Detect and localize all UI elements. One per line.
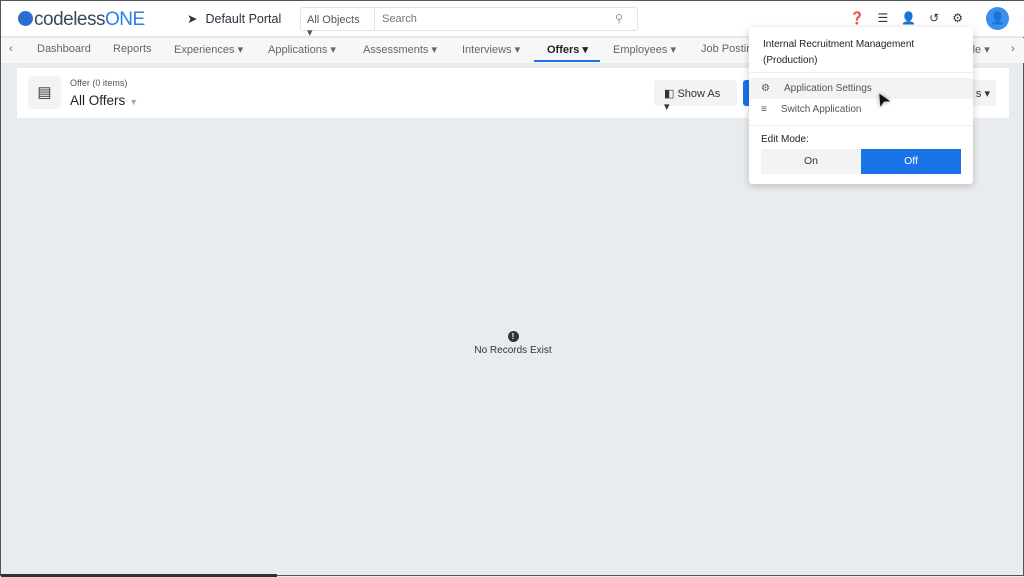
empty-state: ! No Records Exist xyxy=(474,331,552,356)
search-bar: All Objects ▾ ⚲ xyxy=(300,7,638,39)
show-as-button[interactable]: ◧ Show As ▾ xyxy=(654,80,737,113)
tab-employees[interactable]: Employees ▾ xyxy=(613,43,676,56)
tab-applications[interactable]: Applications ▾ xyxy=(268,43,336,56)
tab-job-postings[interactable]: Job Postin xyxy=(701,43,752,55)
tab-offers[interactable]: Offers ▾ xyxy=(547,43,588,56)
layout-icon: ◧ xyxy=(664,88,675,100)
search-input[interactable] xyxy=(375,8,615,30)
portal-switcher[interactable]: ➤ Default Portal xyxy=(179,11,281,26)
edit-mode-on[interactable]: On xyxy=(761,149,861,174)
item-count: Offer (0 items) xyxy=(70,78,128,88)
history-icon[interactable]: ↺ xyxy=(929,11,939,25)
app-name: Internal Recruitment Management (Product… xyxy=(749,27,973,73)
paper-plane-icon: ➤ xyxy=(187,12,198,26)
search-scope-select[interactable]: All Objects ▾ xyxy=(301,8,375,39)
menu-item-switch-application[interactable]: ≡ Switch Application xyxy=(749,99,973,120)
tab-dashboard[interactable]: Dashboard xyxy=(37,43,91,55)
add-user-icon[interactable]: 👤 xyxy=(901,11,916,25)
nav-scroll-right[interactable]: › xyxy=(1011,43,1015,55)
avatar[interactable]: 👤 xyxy=(986,7,1009,30)
active-tab-indicator xyxy=(534,60,600,62)
info-icon: ! xyxy=(507,331,519,342)
gear-icon[interactable]: ⚙ xyxy=(952,11,963,25)
edit-mode-off[interactable]: Off xyxy=(861,149,961,174)
database-icon[interactable]: ☰ xyxy=(877,11,888,25)
receipt-icon: ▤ xyxy=(28,76,61,109)
edit-mode-label: Edit Mode: xyxy=(761,134,809,145)
tab-interviews[interactable]: Interviews ▾ xyxy=(462,43,520,56)
list-icon: ≡ xyxy=(761,104,767,115)
view-selector[interactable]: All Offers ▼ xyxy=(70,93,138,108)
tab-experiences[interactable]: Experiences ▾ xyxy=(174,43,243,56)
menu-item-application-settings[interactable]: ⚙ Application Settings xyxy=(749,78,973,99)
help-icon[interactable]: ❓ xyxy=(850,11,865,25)
gears-icon: ⚙ xyxy=(761,83,770,94)
edit-mode-toggle: On Off xyxy=(761,149,961,174)
tab-reports[interactable]: Reports xyxy=(113,43,152,55)
app-menu-dropdown: Internal Recruitment Management (Product… xyxy=(749,27,973,184)
tab-assessments[interactable]: Assessments ▾ xyxy=(363,43,437,56)
search-icon[interactable]: ⚲ xyxy=(615,8,637,30)
nav-scroll-left[interactable]: ‹ xyxy=(9,43,13,55)
logo[interactable]: codelessONE xyxy=(18,9,145,31)
